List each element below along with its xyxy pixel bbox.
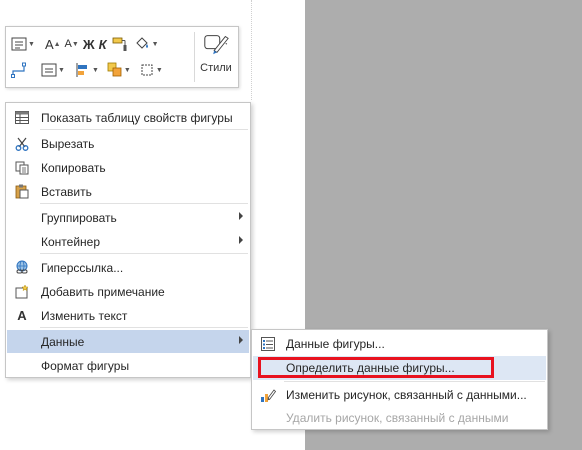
text-a-icon: A (17, 308, 27, 323)
menu-separator (40, 253, 248, 254)
menu-item-label: Показать таблицу свойств фигуры (41, 110, 233, 125)
toolbar-separator (194, 32, 195, 82)
submenu-item-shape-data[interactable]: Данные фигуры... (253, 332, 546, 356)
menu-item-label: Изменить текст (41, 308, 128, 323)
menu-item-group[interactable]: Группировать (7, 206, 249, 229)
menu-item-label: Гиперссылка... (41, 260, 124, 275)
menu-item-hyperlink[interactable]: Гиперссылка... (7, 256, 249, 279)
data-submenu: Данные фигуры... Определить данные фигур… (251, 329, 548, 430)
comment-icon (9, 280, 35, 303)
hyperlink-icon (9, 256, 35, 279)
styles-pen-icon (204, 35, 229, 55)
edit-graphic-icon (255, 383, 281, 407)
paste-icon (9, 180, 35, 203)
empty-icon-slot (9, 230, 35, 253)
empty-icon-slot (9, 330, 35, 353)
submenu-arrow-icon (239, 236, 243, 244)
connector-icon (11, 62, 26, 78)
grow-arrow-icon: ▲ (53, 40, 61, 48)
submenu-item-label: Изменить рисунок, связанный с данными... (286, 388, 527, 402)
bold-icon: Ж (82, 36, 95, 52)
italic-button[interactable]: К (97, 33, 109, 55)
bold-button[interactable]: Ж (81, 33, 97, 55)
menu-item-edit-text[interactable]: A Изменить текст (7, 304, 249, 327)
format-painter-button[interactable] (109, 33, 131, 55)
chevron-down-icon: ▼ (123, 66, 131, 74)
empty-icon-slot (9, 354, 35, 377)
font-shrink-icon: A (64, 38, 72, 50)
menu-item-paste[interactable]: Вставить (7, 180, 249, 203)
fill-bucket-icon (135, 37, 148, 49)
menu-item-label: Данные (41, 334, 85, 349)
annotation-highlight-box (258, 357, 494, 378)
mini-toolbar-row-1: ▼ A ▲ A ▼ Ж К ▼ (9, 32, 161, 56)
chevron-down-icon: ▼ (58, 66, 65, 74)
submenu-arrow-icon (239, 212, 243, 220)
position-button[interactable]: ▼ (105, 59, 133, 81)
chevron-down-icon: ▼ (151, 40, 159, 48)
position-icon (107, 62, 122, 77)
page-guide (251, 0, 252, 100)
menu-item-label: Копировать (41, 160, 106, 175)
line-color-button[interactable]: ▼ (137, 59, 165, 81)
submenu-item-label: Данные фигуры... (286, 337, 385, 351)
format-painter-icon (112, 37, 127, 51)
menu-item-label: Добавить примечание (41, 284, 165, 299)
menu-item-show-shapesheet[interactable]: Показать таблицу свойств фигуры (7, 106, 249, 129)
empty-icon-slot (255, 406, 281, 430)
align-shapes-button[interactable]: ▼ (73, 59, 101, 81)
menu-item-cut[interactable]: Вырезать (7, 132, 249, 155)
styles-button[interactable]: Стили (196, 30, 236, 84)
menu-separator (40, 129, 248, 130)
menu-separator (40, 203, 248, 204)
menu-item-add-comment[interactable]: Добавить примечание (7, 280, 249, 303)
fill-color-button[interactable]: ▼ (131, 33, 161, 55)
shape-data-icon (255, 332, 281, 356)
styles-label: Стили (200, 62, 232, 74)
mini-toolbar: ▼ A ▲ A ▼ Ж К ▼ ▼ ▼ ▼ ▼ Стили (5, 26, 239, 88)
line-color-icon (141, 64, 153, 76)
menu-item-format-shape[interactable]: Формат фигуры (7, 354, 249, 377)
decrease-font-button[interactable]: A ▼ (63, 33, 81, 55)
font-grow-icon: A (44, 36, 54, 52)
mini-toolbar-row-2: ▼ ▼ ▼ ▼ (9, 58, 165, 82)
shrink-arrow-icon: ▼ (71, 40, 79, 48)
scissors-icon (9, 132, 35, 155)
chevron-down-icon: ▼ (91, 66, 99, 74)
italic-icon: К (98, 36, 107, 52)
text-block-icon (11, 37, 27, 51)
menu-item-label: Вырезать (41, 136, 95, 151)
chevron-down-icon: ▼ (28, 40, 35, 48)
submenu-item-remove-data-graphic[interactable]: Удалить рисунок, связанный с данными (253, 406, 546, 430)
menu-item-label: Контейнер (41, 234, 101, 249)
menu-separator (40, 327, 248, 328)
align-text-button[interactable]: ▼ (39, 59, 67, 81)
align-text-icon (41, 63, 57, 77)
empty-icon-slot (9, 206, 35, 229)
menu-item-copy[interactable]: Копировать (7, 156, 249, 179)
menu-item-data[interactable]: Данные (7, 330, 249, 353)
menu-item-label: Вставить (41, 184, 92, 199)
submenu-arrow-icon (239, 336, 243, 344)
copy-icon (9, 156, 35, 179)
table-icon (9, 106, 35, 129)
context-menu: Показать таблицу свойств фигуры Вырезать… (5, 102, 251, 378)
align-shapes-icon (76, 63, 87, 77)
submenu-item-edit-data-graphic[interactable]: Изменить рисунок, связанный с данными... (253, 383, 546, 407)
menu-item-label: Формат фигуры (41, 358, 130, 373)
connector-button[interactable] (9, 59, 29, 81)
menu-item-label: Группировать (41, 210, 117, 225)
menu-item-container[interactable]: Контейнер (7, 230, 249, 253)
submenu-separator (284, 381, 545, 382)
text-block-button[interactable]: ▼ (9, 33, 37, 55)
chevron-down-icon: ▼ (155, 66, 163, 74)
increase-font-button[interactable]: A ▲ (43, 33, 63, 55)
submenu-item-label: Удалить рисунок, связанный с данными (286, 411, 509, 425)
